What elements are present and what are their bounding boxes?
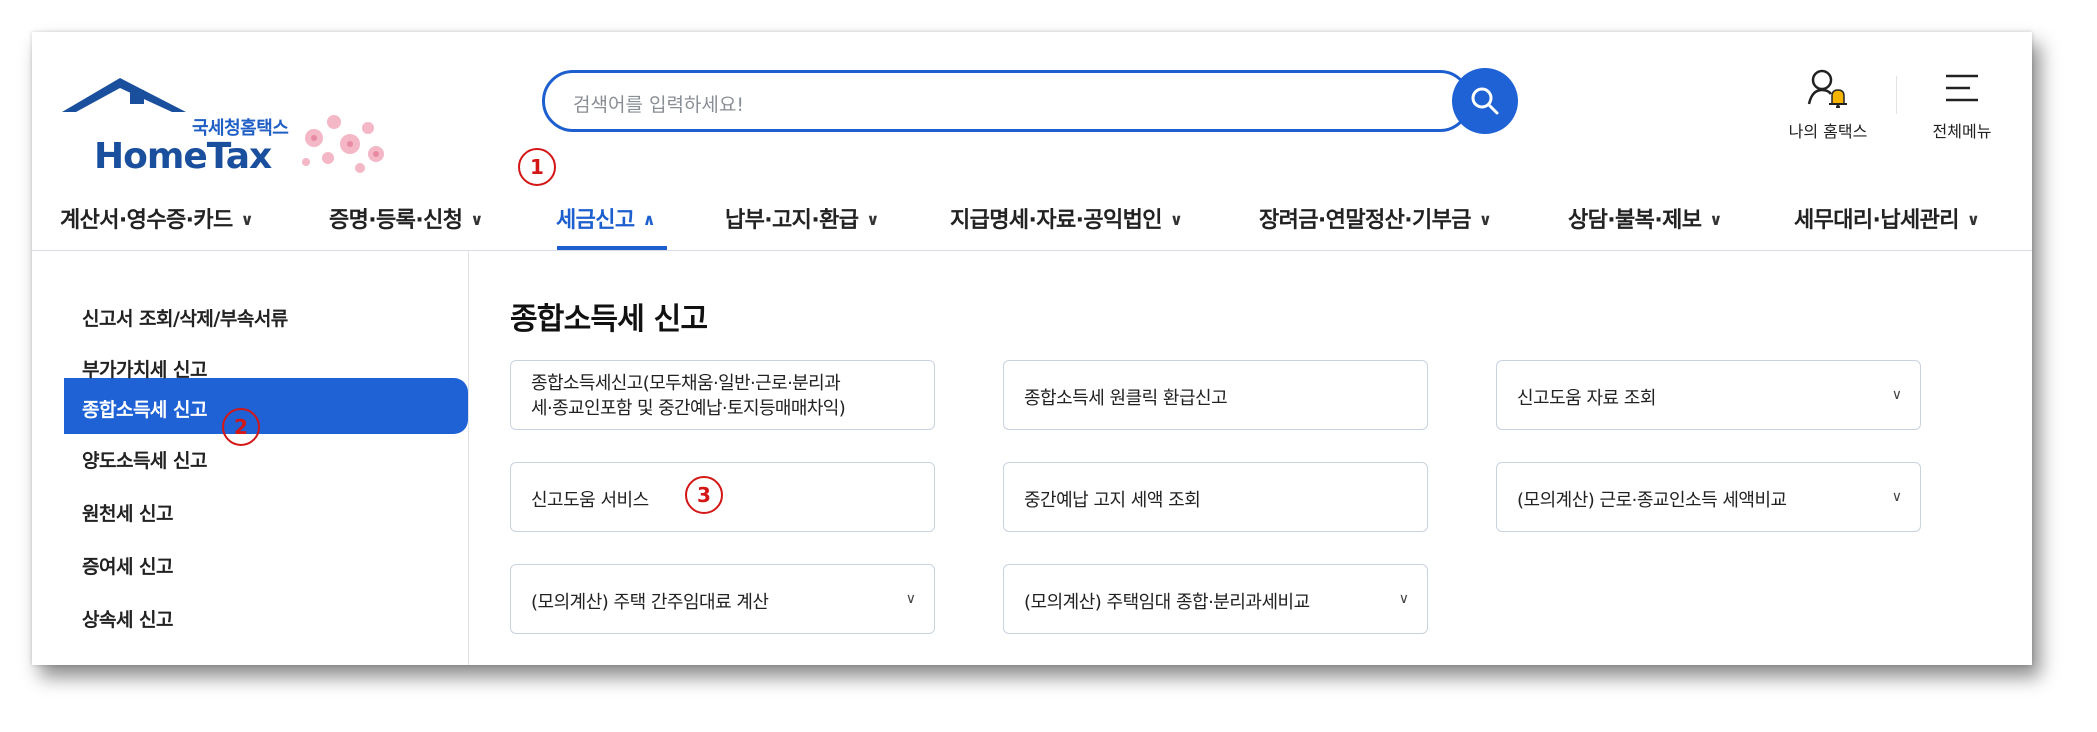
sidebar-item-capital-gains[interactable]: 양도소득세 신고 (82, 446, 207, 473)
card-label: 종합소득세신고(모두채움·일반·근로·분리과세·종교인포함 및 중간예납·토지등… (531, 371, 846, 421)
gnb-item-incentive[interactable]: 장려금·연말정산·기부금 ∨ (1259, 202, 1492, 234)
brand-english-name: HomeTax (94, 136, 272, 177)
card-help-data-lookup[interactable]: 신고도움 자료 조회 ∨ (1496, 360, 1921, 430)
card-interim-payment-lookup[interactable]: 중간예납 고지 세액 조회 (1003, 462, 1428, 532)
gnb-label: 납부·고지·환급 (725, 208, 859, 233)
gnb-label: 증명·등록·신청 (329, 208, 463, 233)
chevron-up-icon: ∧ (642, 210, 656, 229)
chevron-down-icon: ∨ (866, 210, 879, 229)
gnb-item-consulting[interactable]: 상담·불복·제보 ∨ (1568, 202, 1722, 234)
search-input[interactable]: 검색어를 입력하세요! (542, 70, 1471, 132)
card-label: 신고도움 서비스 (531, 490, 649, 511)
header: 국세청홈택스 HomeTax 검색어를 입력하세요! 나의 홈택스 전체메뉴 계… (32, 32, 2032, 251)
hometax-logo[interactable]: 국세청홈택스 HomeTax (60, 72, 400, 182)
card-label: (모의계산) 근로·종교인소득 세액비교 (1517, 490, 1787, 511)
gnb-item-certificate[interactable]: 증명·등록·신청 ∨ (329, 202, 483, 234)
chevron-down-icon: ∨ (1891, 387, 1902, 403)
card-label-line1: 종합소득세신고(모두채움·일반·근로·분리과 (531, 373, 841, 394)
all-menu-label: 전체메뉴 (1932, 122, 1992, 141)
search-icon (1471, 87, 1499, 115)
annotation-marker-1: 1 (518, 148, 556, 186)
sidebar-item-income-tax[interactable]: 종합소득세 신고 (82, 395, 207, 422)
card-sim-deemed-rent[interactable]: (모의계산) 주택 간주임대료 계산 ∨ (510, 564, 935, 634)
cherry-blossom-icon (302, 115, 384, 173)
card-sim-wage-religious[interactable]: (모의계산) 근로·종교인소득 세액비교 ∨ (1496, 462, 1921, 532)
chevron-down-icon: ∨ (240, 210, 254, 229)
chevron-down-icon: ∨ (1169, 210, 1183, 229)
gnb-item-tax-return[interactable]: 세금신고 ∧ (556, 202, 656, 234)
gnb-label: 지급명세·자료·공익법인 (950, 208, 1163, 233)
chevron-down-icon: ∨ (1478, 210, 1492, 229)
sidebar-item-inheritance-tax[interactable]: 상속세 신고 (82, 605, 174, 632)
all-menu-button[interactable]: 전체메뉴 (1920, 68, 2004, 142)
page-title: 종합소득세 신고 (510, 302, 708, 337)
gnb-label: 세금신고 (556, 208, 635, 233)
card-label: (모의계산) 주택임대 종합·분리과세비교 (1024, 592, 1310, 613)
gnb-item-payment[interactable]: 납부·고지·환급 ∨ (725, 202, 879, 234)
annotation-marker-3: 3 (685, 476, 723, 514)
sidebar-item-vat[interactable]: 부가가치세 신고 (82, 355, 207, 382)
sidebar-item-return-lookup[interactable]: 신고서 조회/삭제/부속서류 (82, 304, 288, 331)
sidebar: 신고서 조회/삭제/부속서류 부가가치세 신고 종합소득세 신고 양도소득세 신… (32, 250, 469, 665)
gnb-label: 상담·불복·제보 (1568, 208, 1702, 233)
hometax-window: 국세청홈택스 HomeTax 검색어를 입력하세요! 나의 홈택스 전체메뉴 계… (32, 32, 2032, 665)
gnb-item-invoice[interactable]: 계산서·영수증·카드 ∨ (60, 202, 254, 234)
sidebar-item-withholding[interactable]: 원천세 신고 (82, 499, 174, 526)
card-label: 종합소득세 원클릭 환급신고 (1024, 388, 1228, 409)
gnb-label: 계산서·영수증·카드 (60, 208, 233, 233)
card-one-click-refund[interactable]: 종합소득세 원클릭 환급신고 (1003, 360, 1428, 430)
search-placeholder: 검색어를 입력하세요! (573, 94, 744, 116)
main-navigation: 계산서·영수증·카드 ∨ 증명·등록·신청 ∨ 세금신고 ∧ 납부·고지·환급 ∨ 지급… (32, 180, 2032, 250)
utility-divider (1896, 76, 1897, 114)
card-label-line2: 세·종교인포함 및 중간예납·토지등매매차익) (531, 398, 846, 419)
annotation-marker-2: 2 (222, 408, 260, 446)
hamburger-menu-icon (1946, 74, 1978, 102)
chevron-down-icon: ∨ (1709, 210, 1722, 229)
card-help-service[interactable]: 신고도움 서비스 3 (510, 462, 935, 532)
gnb-label: 세무대리·납세관리 (1794, 208, 1959, 233)
search-button[interactable] (1452, 68, 1518, 134)
my-hometax-button[interactable]: 나의 홈택스 (1778, 68, 1878, 142)
chevron-down-icon: ∨ (1891, 489, 1902, 505)
gnb-item-tax-agent[interactable]: 세무대리·납세관리 ∨ (1794, 202, 1980, 234)
chevron-down-icon: ∨ (470, 210, 483, 229)
card-label: 신고도움 자료 조회 (1517, 388, 1656, 409)
card-label: 중간예납 고지 세액 조회 (1024, 490, 1201, 511)
card-label: (모의계산) 주택 간주임대료 계산 (531, 592, 769, 613)
sidebar-item-gift-tax[interactable]: 증여세 신고 (82, 552, 174, 579)
main-content: 종합소득세 신고 종합소득세신고(모두채움·일반·근로·분리과세·종교인포함 및… (469, 250, 2032, 665)
card-sim-rental-comparison[interactable]: (모의계산) 주택임대 종합·분리과세비교 ∨ (1003, 564, 1428, 634)
card-income-tax-return[interactable]: 종합소득세신고(모두채움·일반·근로·분리과세·종교인포함 및 중간예납·토지등… (510, 360, 935, 430)
my-hometax-label: 나의 홈택스 (1788, 122, 1868, 141)
gnb-item-statements[interactable]: 지급명세·자료·공익법인 ∨ (950, 202, 1183, 234)
chevron-down-icon: ∨ (1966, 210, 1980, 229)
person-bell-icon (1807, 69, 1847, 109)
gnb-label: 장려금·연말정산·기부금 (1259, 208, 1472, 233)
chevron-down-icon: ∨ (905, 591, 916, 607)
chevron-down-icon: ∨ (1398, 591, 1409, 607)
